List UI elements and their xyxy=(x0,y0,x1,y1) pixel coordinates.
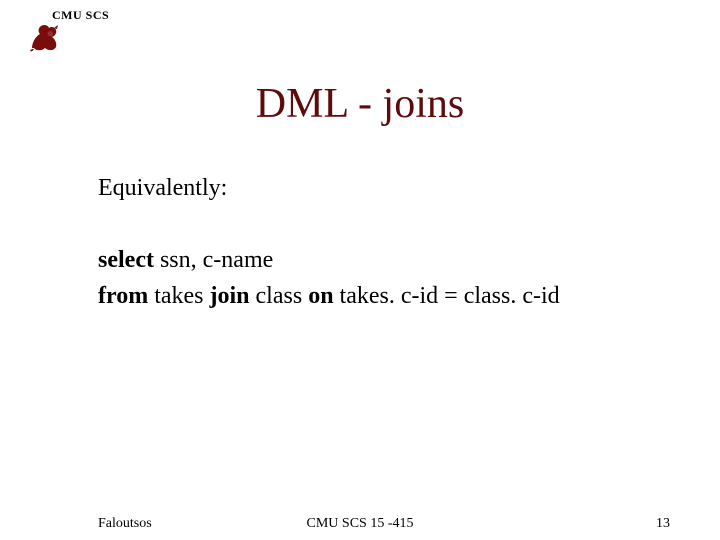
slide-title: DML - joins xyxy=(0,80,720,128)
slide-header: CMU SCS xyxy=(52,8,109,23)
sql-text: takes xyxy=(148,283,209,309)
sql-text: takes. c-id = class. c-id xyxy=(334,283,560,309)
sql-line-2: from takes join class on takes. c-id = c… xyxy=(98,280,658,312)
keyword-from: from xyxy=(98,283,148,309)
intro-text: Equivalently: xyxy=(98,172,658,204)
sql-text: class xyxy=(250,283,309,309)
keyword-on: on xyxy=(308,283,333,309)
footer-course: CMU SCS 15 -415 xyxy=(0,516,720,532)
footer-page-number: 13 xyxy=(656,516,670,532)
keyword-join: join xyxy=(210,283,250,309)
header-label: CMU SCS xyxy=(52,8,109,23)
keyword-select: select xyxy=(98,247,154,273)
slide-body: Equivalently: select ssn, c-name from ta… xyxy=(98,172,658,315)
sql-line-1: select ssn, c-name xyxy=(98,244,658,276)
cmu-logo-icon xyxy=(28,22,62,52)
slide: CMU SCS DML - joins Equivalently: select… xyxy=(0,0,720,540)
sql-text: ssn, c-name xyxy=(154,247,273,273)
